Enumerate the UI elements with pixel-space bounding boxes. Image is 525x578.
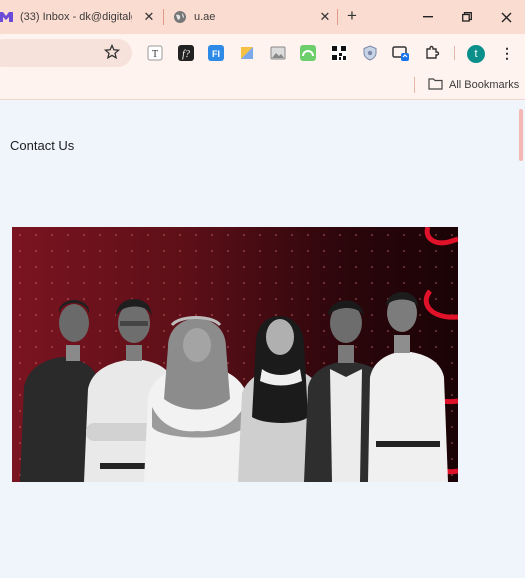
folder-icon [428, 77, 443, 93]
page-content: Contact Us [0, 101, 525, 578]
text-extension-icon[interactable]: T [146, 44, 164, 62]
highlighter-extension-icon[interactable] [238, 44, 256, 62]
team-illustration [20, 227, 458, 482]
svg-text:T: T [152, 49, 158, 60]
scrollbar-thumb[interactable] [519, 109, 523, 161]
all-bookmarks-label: All Bookmarks [449, 79, 520, 91]
tab-inbox[interactable]: (33) Inbox - dk@digitalgr ✕ [0, 0, 156, 34]
bookmarks-divider [414, 77, 415, 93]
qr-code-icon[interactable] [330, 44, 348, 62]
formula-extension-icon[interactable]: f? [177, 44, 195, 62]
svg-text:FI: FI [212, 49, 220, 59]
speed-extension-icon[interactable] [299, 44, 317, 62]
fi-extension-icon[interactable]: FI [207, 44, 225, 62]
globe-icon [172, 9, 188, 25]
profile-avatar[interactable]: t [467, 45, 485, 63]
mail-icon [0, 9, 14, 25]
tab-title: u.ae [194, 11, 216, 23]
new-tab-button[interactable]: + [343, 7, 361, 25]
image-extension-icon[interactable] [269, 44, 287, 62]
team-photo-image [12, 227, 458, 482]
restore-icon[interactable] [456, 6, 478, 28]
minimize-icon[interactable] [417, 6, 439, 28]
toolbar-divider [454, 46, 455, 60]
close-tab-icon[interactable]: ✕ [318, 10, 332, 24]
svg-text:f?: f? [182, 49, 190, 60]
tab-divider [163, 9, 164, 25]
close-tab-icon[interactable]: ✕ [142, 10, 156, 24]
bookmark-star-icon[interactable] [103, 43, 121, 60]
close-window-icon[interactable] [495, 6, 517, 28]
tab-uae[interactable]: u.ae ✕ [172, 0, 332, 34]
all-bookmarks-button[interactable]: All Bookmarks [428, 77, 519, 93]
tab-divider [337, 9, 338, 25]
more-menu-icon[interactable]: ⋮ [500, 44, 514, 62]
extensions-puzzle-icon[interactable] [423, 44, 441, 62]
page-title: Contact Us [10, 138, 75, 153]
tab-cast-icon[interactable] [392, 44, 410, 62]
tab-title: (33) Inbox - dk@digitalgr [20, 11, 132, 23]
shield-icon[interactable] [361, 44, 379, 62]
